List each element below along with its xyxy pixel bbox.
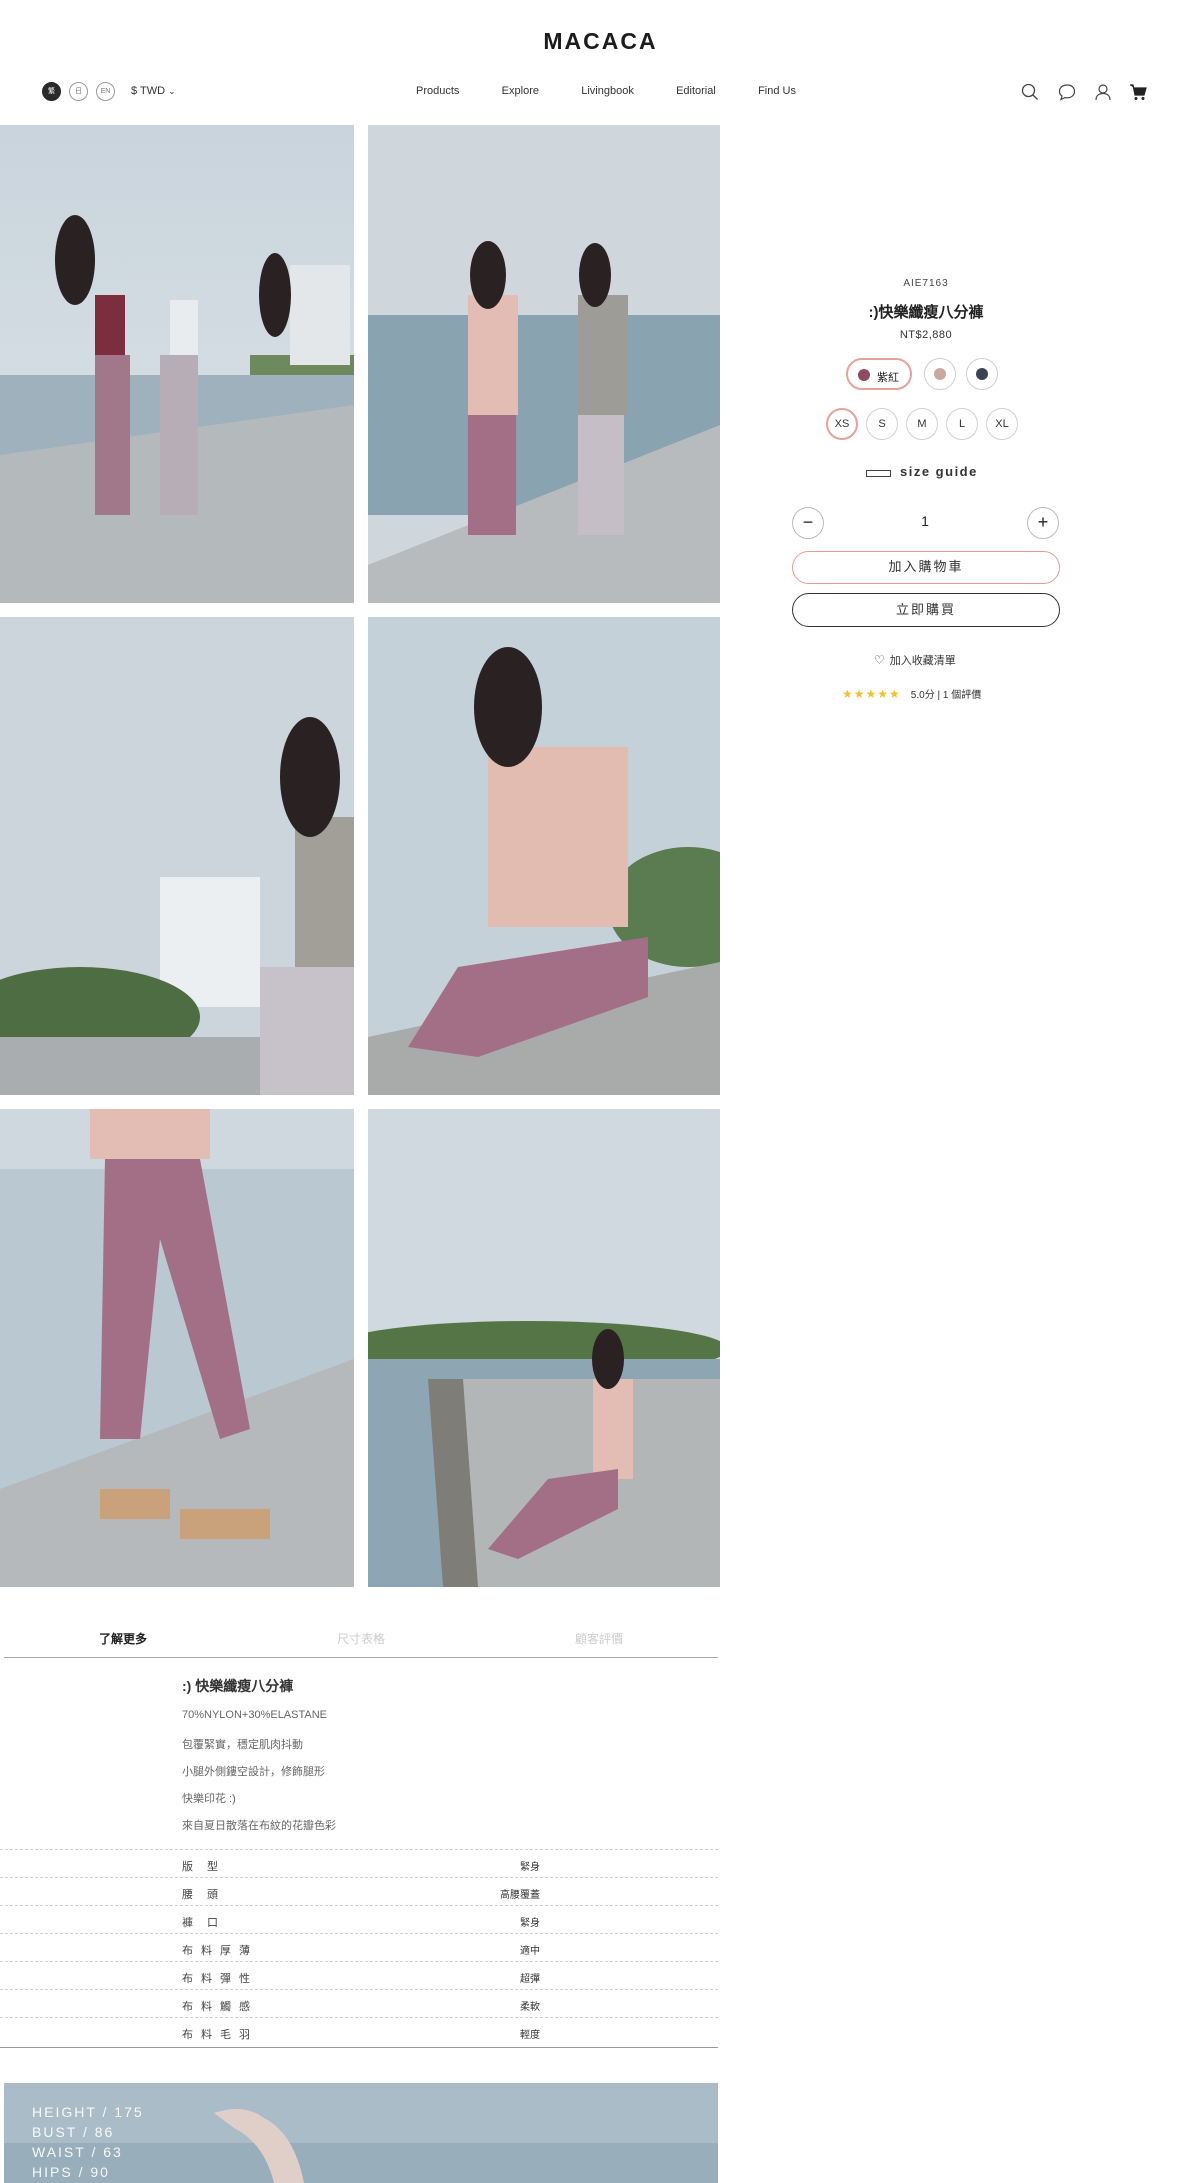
language-en[interactable]: EN (96, 82, 115, 101)
product-photo-3[interactable] (0, 617, 354, 1095)
nav-livingbook[interactable]: Livingbook (581, 85, 634, 97)
spec-key: 布料彈性 (182, 1973, 258, 1985)
brand-logo[interactable]: MACACA (0, 28, 1201, 55)
model-height: HEIGHT / 175 (32, 2104, 144, 2120)
top-bar: 繁 日 EN $ TWD ⌄ Products Explore Livingbo… (0, 80, 1201, 106)
spec-row: 布料毛羽 輕度 (0, 2017, 718, 2045)
tab-reviews[interactable]: 顧客評價 (480, 1630, 718, 1647)
cart-icon[interactable] (1128, 82, 1148, 102)
account-icon[interactable] (1093, 82, 1113, 102)
spec-key: 褲口 (182, 1917, 232, 1929)
spec-value: 柔軟 (520, 2002, 540, 2013)
chat-icon[interactable] (1057, 82, 1077, 102)
spec-value: 緊身 (520, 1918, 540, 1929)
quantity-increase-button[interactable]: + (1027, 507, 1059, 539)
product-sku: AIE7163 (903, 278, 949, 289)
spec-value: 超彈 (520, 1974, 540, 1985)
main-nav: Products Explore Livingbook Editorial Fi… (416, 85, 796, 97)
color-dot (934, 368, 946, 380)
nav-products[interactable]: Products (416, 85, 459, 97)
rating-stars: ★★★★★ (842, 687, 901, 701)
quantity-decrease-button[interactable]: − (792, 507, 824, 539)
heart-icon: ♡ (874, 653, 885, 667)
language-ja[interactable]: 日 (69, 82, 88, 101)
nav-explore[interactable]: Explore (502, 85, 539, 97)
currency-selector[interactable]: $ TWD ⌄ (131, 85, 176, 97)
description-line: 包覆緊實，穩定肌肉抖動 (182, 1739, 303, 1751)
size-option-xs[interactable]: XS (826, 408, 858, 440)
product-price: NT$2,880 (899, 329, 953, 341)
model-size-banner: HEIGHT / 175 BUST / 86 WAIST / 63 HIPS /… (4, 2083, 718, 2183)
product-photo-5[interactable] (0, 1109, 354, 1587)
spec-row: 腰頭 高腰覆蓋 (0, 1877, 718, 1905)
currency-label: $ TWD (131, 85, 166, 97)
color-label: 紫紅 (877, 372, 899, 384)
spec-value: 緊身 (520, 1862, 540, 1873)
spec-key: 布料毛羽 (182, 2029, 258, 2041)
spec-key: 布料觸感 (182, 2001, 258, 2013)
spec-row: 布料觸感 柔軟 (0, 1989, 718, 2017)
product-photo-4[interactable] (368, 617, 720, 1095)
size-option-m[interactable]: M (906, 408, 938, 440)
color-dot (858, 369, 870, 381)
model-waist: WAIST / 63 (32, 2144, 123, 2160)
color-swatch-3[interactable] (966, 358, 998, 390)
header-icons (1020, 82, 1150, 104)
wishlist-link[interactable]: ♡ 加入收藏清單 (874, 652, 956, 668)
chevron-down-icon: ⌄ (168, 86, 176, 96)
spec-value: 輕度 (520, 2030, 540, 2041)
rating-text: 5.0分 | 1 個評價 (910, 690, 982, 701)
description-line: 小腿外側鏤空設計，修飾腿形 (182, 1766, 325, 1778)
tab-size-chart[interactable]: 尺寸表格 (242, 1630, 480, 1647)
spec-row: 褲口 緊身 (0, 1905, 718, 1933)
quantity-value[interactable]: 1 (905, 513, 945, 529)
spec-row: 布料彈性 超彈 (0, 1961, 718, 1989)
nav-find-us[interactable]: Find Us (758, 85, 796, 97)
buy-now-button[interactable]: 立即購買 (792, 593, 1060, 627)
spec-row: 布料厚薄 適中 (0, 1933, 718, 1961)
size-option-l[interactable]: L (946, 408, 978, 440)
spec-row: 版型 緊身 (0, 1849, 718, 1877)
ruler-icon (866, 470, 891, 477)
description-title: :) 快樂纖瘦八分褲 (182, 1678, 294, 1694)
wishlist-label: 加入收藏清單 (889, 655, 956, 667)
description-line: 來自夏日散落在布紋的花瓣色彩 (182, 1820, 336, 1832)
size-guide-label: size guide (900, 464, 978, 479)
color-swatch-1[interactable]: 紫紅 (846, 358, 912, 390)
spec-value: 高腰覆蓋 (500, 1890, 540, 1901)
product-rating[interactable]: ★★★★★ 5.0分 | 1 個評價 (842, 686, 981, 702)
model-bust: BUST / 86 (32, 2124, 115, 2140)
color-swatch-2[interactable] (924, 358, 956, 390)
description-line: 70%NYLON+30%ELASTANE (182, 1709, 328, 1721)
spec-key: 布料厚薄 (182, 1945, 258, 1957)
product-name: :)快樂纖瘦八分褲 (868, 304, 984, 321)
spec-key: 版型 (182, 1861, 232, 1873)
spec-key: 腰頭 (182, 1889, 232, 1901)
language-zh-tw[interactable]: 繁 (42, 82, 61, 101)
size-option-s[interactable]: S (866, 408, 898, 440)
product-photo-1[interactable] (0, 125, 354, 603)
tab-learn-more[interactable]: 了解更多 (4, 1630, 242, 1647)
size-option-xl[interactable]: XL (986, 408, 1018, 440)
spec-table-end (0, 2047, 718, 2048)
search-icon[interactable] (1020, 82, 1040, 102)
detail-tabs: 了解更多 尺寸表格 顧客評價 (4, 1630, 718, 1658)
product-photo-6[interactable] (368, 1109, 720, 1587)
description-line: 快樂印花 :) (182, 1793, 236, 1805)
nav-editorial[interactable]: Editorial (676, 85, 716, 97)
color-dot (976, 368, 988, 380)
model-hips: HIPS / 90 (32, 2164, 110, 2180)
add-to-cart-button[interactable]: 加入購物車 (792, 551, 1060, 584)
product-photo-2[interactable] (368, 125, 720, 603)
spec-value: 適中 (520, 1946, 540, 1957)
